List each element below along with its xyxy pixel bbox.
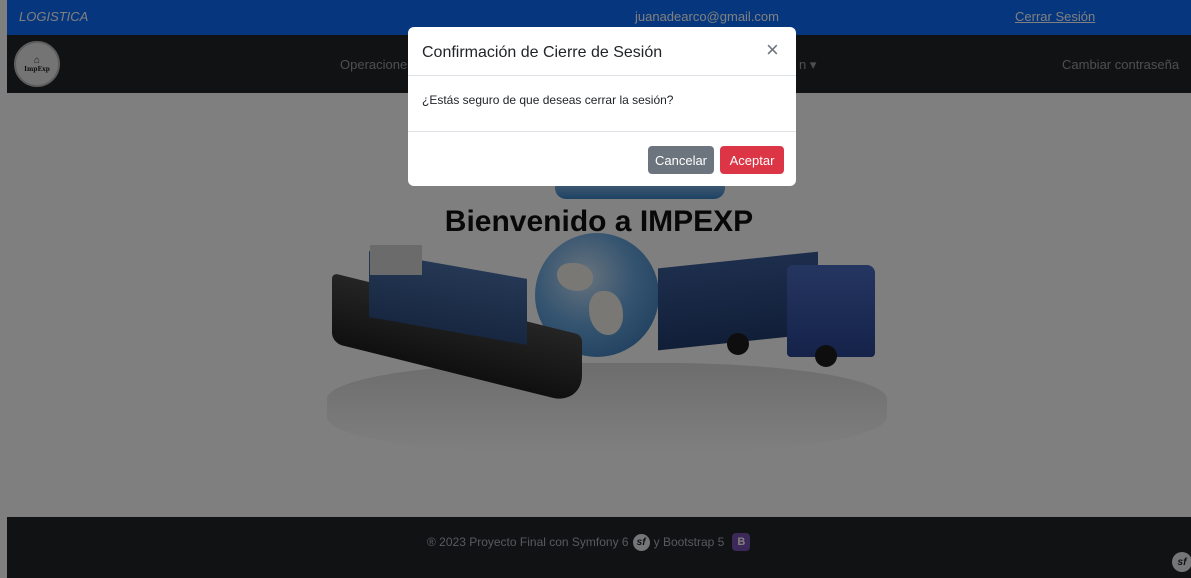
modal-header: Confirmación de Cierre de Sesión ×: [408, 27, 796, 76]
accept-button[interactable]: Aceptar: [720, 146, 784, 174]
modal-divider: [408, 131, 796, 132]
modal-message: ¿Estás seguro de que deseas cerrar la se…: [422, 93, 674, 107]
close-icon[interactable]: ×: [766, 39, 779, 61]
modal-title: Confirmación de Cierre de Sesión: [422, 44, 663, 61]
cancel-button[interactable]: Cancelar: [648, 146, 714, 174]
logout-confirm-modal: Confirmación de Cierre de Sesión × ¿Está…: [408, 27, 796, 186]
